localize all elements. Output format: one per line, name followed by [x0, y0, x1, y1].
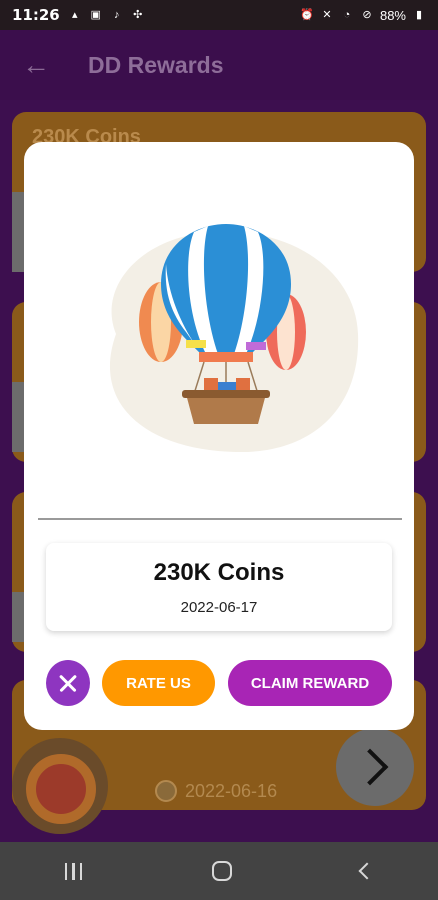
- hot-air-balloon-illustration: [109, 224, 359, 453]
- battery-percent: 88%: [379, 7, 406, 23]
- battery-icon: ▮: [415, 9, 423, 21]
- next-button[interactable]: [336, 728, 414, 806]
- card-date-label: 2022-06-16: [185, 780, 278, 801]
- claim-reward-button[interactable]: CLAIM REWARD: [228, 660, 392, 706]
- page-title: DD Rewards: [88, 51, 224, 78]
- clock-icon: [155, 780, 177, 802]
- fan-icon: ✣: [133, 9, 143, 21]
- card-date: 2022-06-16: [155, 780, 277, 802]
- system-nav-bar: [0, 842, 438, 900]
- status-left-icons: ▴ ▣ ♪ ✣: [68, 8, 145, 22]
- recents-button[interactable]: [64, 862, 83, 880]
- reward-title: 230K Coins: [153, 559, 285, 586]
- status-right-icons: ⏰ ✕ ◔ ⊘ 88% ▮: [300, 8, 426, 23]
- alarm-icon: ⏰: [300, 9, 314, 21]
- reward-info-card: 230K Coins 2022-06-17: [46, 543, 392, 631]
- close-button[interactable]: [46, 660, 90, 706]
- status-bar: 11:26 ▴ ▣ ♪ ✣ ⏰ ✕ ◔ ⊘ 88% ▮: [0, 0, 438, 30]
- back-button[interactable]: [358, 862, 376, 880]
- wifi-icon: ◔: [343, 9, 351, 21]
- status-time: 11:26: [12, 6, 60, 24]
- image-icon: ▣: [90, 9, 101, 21]
- bell-icon: ♪: [114, 9, 120, 21]
- mute-icon: ✕: [322, 9, 332, 21]
- data-speed-icon: ▴: [71, 9, 78, 21]
- reward-date: 2022-06-17: [180, 599, 258, 616]
- arrow-left-icon[interactable]: ←: [22, 49, 58, 81]
- card-thumbnail: [12, 738, 108, 834]
- app-bar: ← DD Rewards: [0, 30, 438, 100]
- chevron-right-icon: [351, 748, 389, 786]
- home-button[interactable]: [211, 861, 232, 881]
- rate-us-button[interactable]: RATE US: [102, 660, 215, 706]
- dnd-icon: ⊘: [362, 9, 372, 21]
- divider: [38, 518, 402, 520]
- reward-dialog: 230K Coins 2022-06-17 RATE US CLAIM REWA…: [24, 142, 414, 730]
